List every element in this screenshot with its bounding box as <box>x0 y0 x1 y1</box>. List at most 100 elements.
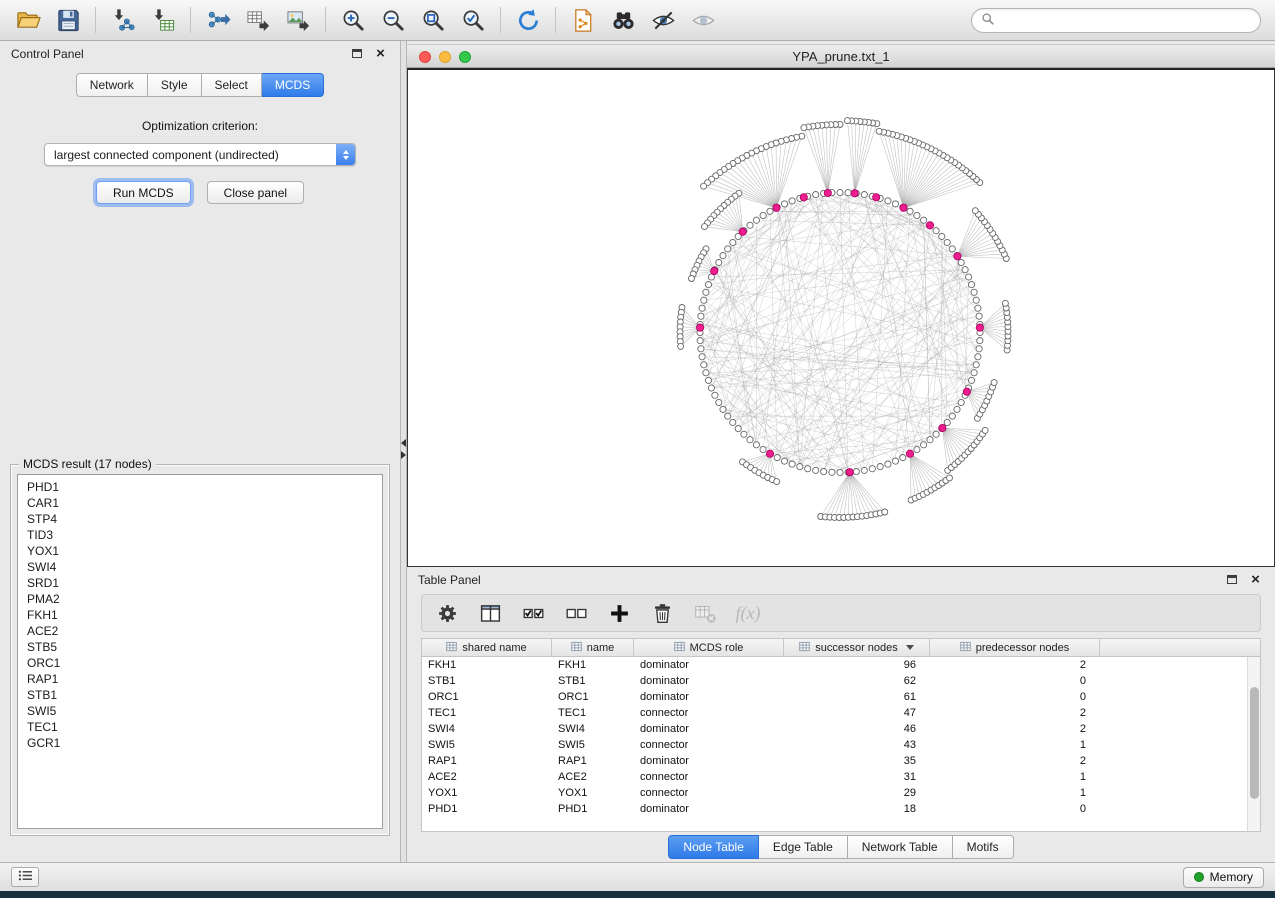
cell-mcds_role[interactable]: dominator <box>634 755 784 767</box>
cell-shared_name[interactable]: ACE2 <box>422 771 552 783</box>
dominator-node[interactable] <box>697 324 704 331</box>
network-node[interactable] <box>837 189 843 195</box>
network-node[interactable] <box>861 467 867 473</box>
close-window-button[interactable] <box>419 51 431 63</box>
dominator-node[interactable] <box>766 450 773 457</box>
cell-predecessor_nodes[interactable]: 0 <box>930 675 1100 687</box>
vertical-splitter[interactable] <box>400 41 407 862</box>
network-node[interactable] <box>698 346 704 352</box>
fx-button[interactable]: f(x) <box>731 598 765 628</box>
cell-shared_name[interactable]: STB1 <box>422 675 552 687</box>
run-mcds-button[interactable]: Run MCDS <box>96 181 191 204</box>
cell-predecessor_nodes[interactable]: 2 <box>930 723 1100 735</box>
cell-mcds_role[interactable]: dominator <box>634 691 784 703</box>
dominator-node[interactable] <box>711 268 718 275</box>
network-node[interactable] <box>735 426 741 432</box>
cell-mcds_role[interactable]: connector <box>634 771 784 783</box>
network-node[interactable] <box>885 198 891 204</box>
cell-successor_nodes[interactable]: 29 <box>784 787 930 799</box>
network-node[interactable] <box>702 224 708 230</box>
network-node[interactable] <box>958 399 964 405</box>
cell-predecessor_nodes[interactable]: 2 <box>930 755 1100 767</box>
network-node[interactable] <box>697 338 703 344</box>
table-row[interactable]: SWI5SWI5connector431 <box>422 737 1260 753</box>
dominator-node[interactable] <box>824 189 831 196</box>
cell-shared_name[interactable]: TEC1 <box>422 707 552 719</box>
cell-predecessor_nodes[interactable]: 0 <box>930 803 1100 815</box>
cell-name[interactable]: RAP1 <box>552 755 634 767</box>
zoom-in-button[interactable] <box>333 3 373 37</box>
network-node[interactable] <box>977 338 983 344</box>
network-node[interactable] <box>797 464 803 470</box>
export-network-button[interactable] <box>198 3 238 37</box>
cell-successor_nodes[interactable]: 43 <box>784 739 930 751</box>
cell-predecessor_nodes[interactable]: 2 <box>930 659 1100 671</box>
network-node[interactable] <box>933 228 939 234</box>
network-node[interactable] <box>973 362 979 368</box>
network-node[interactable] <box>877 464 883 470</box>
cell-name[interactable]: FKH1 <box>552 659 634 671</box>
table-row[interactable]: RAP1RAP1dominator352 <box>422 753 1260 769</box>
cell-successor_nodes[interactable]: 96 <box>784 659 930 671</box>
network-node[interactable] <box>725 246 731 252</box>
network-node[interactable] <box>907 208 913 214</box>
export-image-button[interactable] <box>278 3 318 37</box>
search-box[interactable] <box>971 8 1261 33</box>
cell-predecessor_nodes[interactable]: 2 <box>930 707 1100 719</box>
dominator-node[interactable] <box>900 204 907 211</box>
network-node[interactable] <box>982 427 988 433</box>
network-node[interactable] <box>720 253 726 259</box>
share-document-button[interactable] <box>563 3 603 37</box>
scrollbar-thumb[interactable] <box>1250 687 1259 799</box>
network-node[interactable] <box>869 466 875 472</box>
network-node[interactable] <box>954 406 960 412</box>
tab-node-table[interactable]: Node Table <box>668 835 759 859</box>
network-node[interactable] <box>876 128 882 134</box>
dominator-node[interactable] <box>773 204 780 211</box>
cell-mcds_role[interactable]: dominator <box>634 803 784 815</box>
network-node[interactable] <box>962 267 968 273</box>
network-node[interactable] <box>678 343 684 349</box>
cell-name[interactable]: PHD1 <box>552 803 634 815</box>
tab-style[interactable]: Style <box>148 73 202 97</box>
dominator-node[interactable] <box>800 194 807 201</box>
network-node[interactable] <box>767 208 773 214</box>
network-node[interactable] <box>949 413 955 419</box>
tab-network[interactable]: Network <box>76 73 148 97</box>
network-node[interactable] <box>885 461 891 467</box>
columns-button[interactable] <box>473 598 507 628</box>
cell-shared_name[interactable]: RAP1 <box>422 755 552 767</box>
network-node[interactable] <box>991 380 997 386</box>
dominator-node[interactable] <box>939 424 946 431</box>
table-panel-close-button[interactable]: × <box>1247 572 1264 588</box>
network-node[interactable] <box>944 419 950 425</box>
network-node[interactable] <box>829 469 835 475</box>
cell-mcds_role[interactable]: dominator <box>634 675 784 687</box>
cell-shared_name[interactable]: ORC1 <box>422 691 552 703</box>
zoom-out-button[interactable] <box>373 3 413 37</box>
network-node[interactable] <box>703 289 709 295</box>
dominator-node[interactable] <box>906 450 913 457</box>
network-node[interactable] <box>741 431 747 437</box>
cell-name[interactable]: ACE2 <box>552 771 634 783</box>
network-node[interactable] <box>837 469 843 475</box>
network-node[interactable] <box>701 297 707 303</box>
table-row[interactable]: SWI4SWI4dominator462 <box>422 721 1260 737</box>
network-node[interactable] <box>900 455 906 461</box>
cell-name[interactable]: SWI5 <box>552 739 634 751</box>
network-node[interactable] <box>966 274 972 280</box>
dominator-node[interactable] <box>976 324 983 331</box>
network-node[interactable] <box>698 313 704 319</box>
control-panel-float-button[interactable] <box>348 46 365 62</box>
cell-predecessor_nodes[interactable]: 1 <box>930 771 1100 783</box>
network-node[interactable] <box>789 461 795 467</box>
tab-mcds[interactable]: MCDS <box>262 73 324 97</box>
network-node[interactable] <box>975 305 981 311</box>
status-menu-button[interactable] <box>11 867 39 887</box>
network-node[interactable] <box>781 458 787 464</box>
column-header-mcds_role[interactable]: MCDS role <box>634 639 784 656</box>
network-node[interactable] <box>947 475 953 481</box>
save-button[interactable] <box>48 3 88 37</box>
dominator-node[interactable] <box>873 194 880 201</box>
network-node[interactable] <box>969 377 975 383</box>
